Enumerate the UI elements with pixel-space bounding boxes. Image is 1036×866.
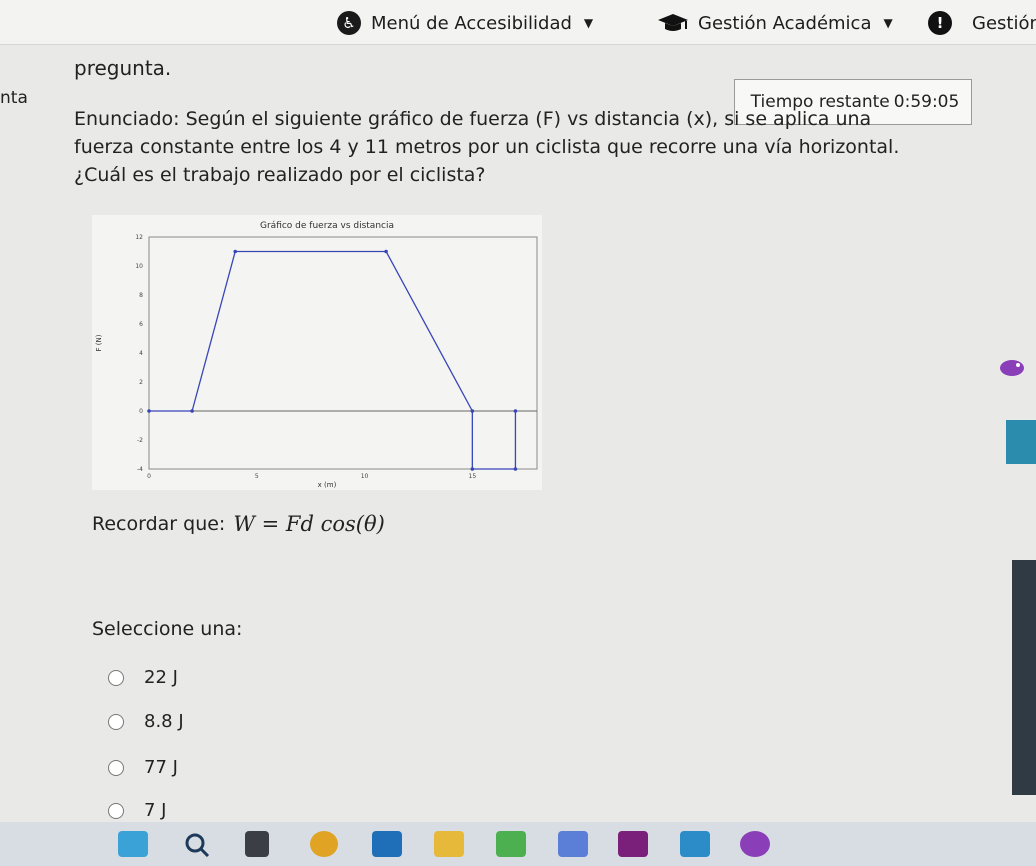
top-navigation: ♿ Menú de Accesibilidad ▼ Gestión Académ… <box>0 0 1036 45</box>
reminder: Recordar que: W = Fd cos(θ) <box>92 512 385 536</box>
alert-icon: ! <box>928 11 952 35</box>
answer-option-label: 22 J <box>144 667 178 688</box>
x-tick-label: 5 <box>255 473 259 480</box>
answer-option-label: 7 J <box>144 800 167 821</box>
x-tick-label: 10 <box>361 473 369 480</box>
accessibility-icon: ♿ <box>337 11 361 35</box>
y-tick-label: -2 <box>137 437 143 444</box>
reminder-label: Recordar que: <box>92 513 226 535</box>
chart-svg: Gráfico de fuerza vs distancia x (m) F (… <box>95 221 538 489</box>
answer-option-4[interactable]: 7 J <box>108 800 166 821</box>
graduation-cap-icon <box>658 14 688 31</box>
chrome-icon[interactable] <box>310 831 338 857</box>
y-tick-label: 4 <box>139 350 143 357</box>
question-heading: pregunta. <box>74 56 172 80</box>
y-tick-label: 2 <box>139 379 143 386</box>
accessibility-menu-label: Menú de Accesibilidad <box>371 12 572 34</box>
y-tick-label: 6 <box>139 321 143 328</box>
answer-option-label: 8.8 J <box>144 711 184 732</box>
data-point <box>513 467 518 471</box>
data-point <box>147 409 151 413</box>
teams-icon[interactable] <box>496 831 526 857</box>
academic-menu-label: Gestión Académica <box>698 12 872 34</box>
x-tick-label: 15 <box>469 473 477 480</box>
y-tick-label: 10 <box>135 263 143 270</box>
windows-taskbar <box>0 822 1036 866</box>
radio-button[interactable] <box>108 669 124 686</box>
bird-icon <box>1000 360 1024 376</box>
onenote-icon[interactable] <box>618 831 648 857</box>
chevron-down-icon: ▼ <box>883 16 893 30</box>
force-series-line <box>149 250 517 470</box>
answer-option-2[interactable]: 8.8 J <box>108 711 184 732</box>
data-point <box>470 467 475 471</box>
chart-xlabel: x (m) <box>318 481 337 489</box>
radio-button[interactable] <box>108 759 124 776</box>
y-tick-label: 8 <box>139 292 143 299</box>
management-menu-label: Gestión <box>972 12 1036 34</box>
photos-icon[interactable] <box>680 831 710 857</box>
y-tick-label: 0 <box>139 408 143 415</box>
x-tick-label: 0 <box>147 473 151 480</box>
start-icon[interactable] <box>118 831 148 857</box>
data-point <box>470 409 475 413</box>
work-formula: W = Fd cos(θ) <box>233 512 385 536</box>
answer-option-label: 77 J <box>144 757 178 778</box>
accessibility-menu[interactable]: ♿ Menú de Accesibilidad ▼ <box>337 8 593 38</box>
app-icon[interactable] <box>558 831 588 857</box>
side-panel-dark <box>1012 560 1036 795</box>
question-statement: Enunciado: Según el siguiente gráfico de… <box>74 108 900 186</box>
game-icon[interactable] <box>740 831 770 857</box>
chart-ylabel: F (N) <box>95 334 103 351</box>
folder-icon[interactable] <box>434 831 464 857</box>
force-distance-chart: Gráfico de fuerza vs distancia x (m) F (… <box>92 215 542 490</box>
data-point <box>233 249 238 254</box>
calendar-icon[interactable] <box>372 831 402 857</box>
answer-option-3[interactable]: 77 J <box>108 757 178 778</box>
academic-menu[interactable]: Gestión Académica ▼ <box>656 8 893 38</box>
management-menu[interactable]: ! Gestión <box>928 8 1036 38</box>
side-panel-tab[interactable] <box>1006 420 1036 464</box>
select-prompt: Seleccione una: <box>92 618 243 640</box>
search-icon[interactable] <box>182 831 212 857</box>
chart-title: Gráfico de fuerza vs distancia <box>260 221 394 231</box>
y-tick-label: 12 <box>135 234 143 241</box>
y-tick-label: -4 <box>137 466 143 473</box>
radio-button[interactable] <box>108 713 124 730</box>
data-point <box>384 249 388 254</box>
side-panel-label: nta <box>0 88 28 108</box>
data-point <box>513 409 518 413</box>
radio-button[interactable] <box>108 802 124 819</box>
file-explorer-icon[interactable] <box>245 831 269 857</box>
data-point <box>190 409 194 413</box>
chevron-down-icon: ▼ <box>583 16 594 30</box>
answer-option-1[interactable]: 22 J <box>108 667 178 688</box>
